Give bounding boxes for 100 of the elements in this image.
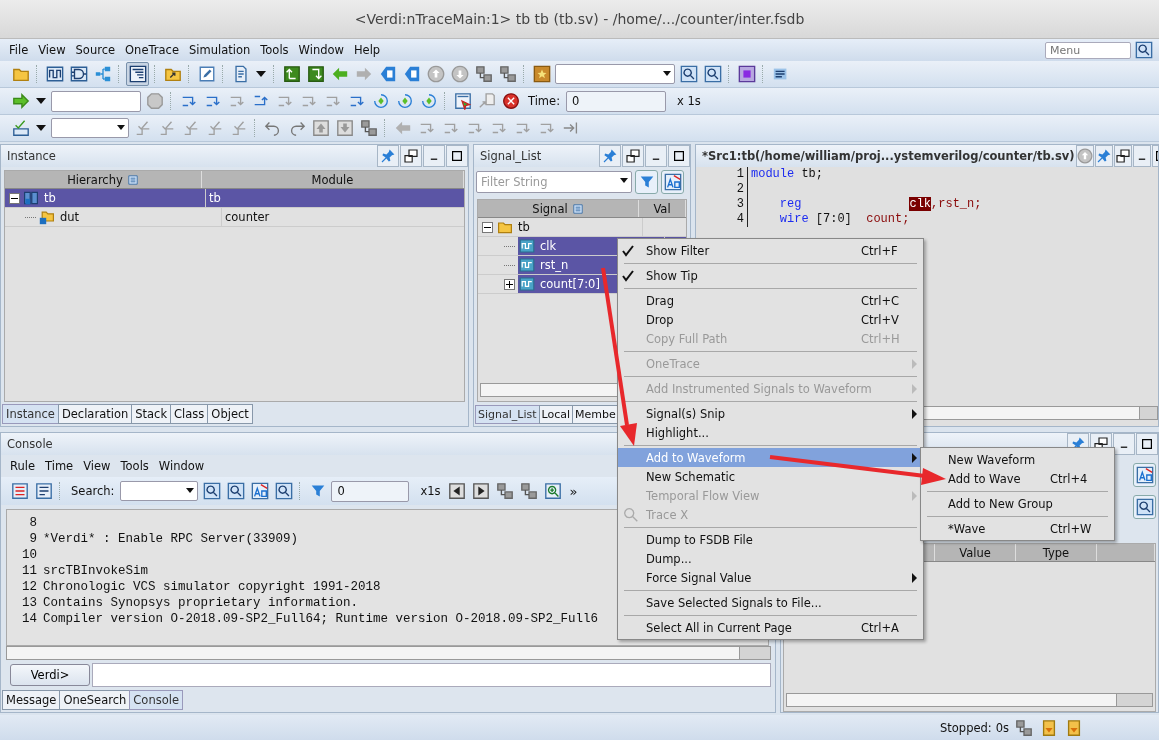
expand-toggle[interactable]	[482, 221, 493, 233]
right-arrow-icon[interactable]	[11, 92, 30, 110]
menu-item[interactable]: Signal(s) Snip	[618, 404, 923, 423]
close-icon[interactable]	[501, 92, 520, 110]
cycle-icon[interactable]	[395, 92, 414, 110]
blocks-icon[interactable]	[1014, 718, 1033, 737]
search-icon[interactable]	[1135, 498, 1154, 516]
pencil-icon[interactable]	[197, 65, 216, 83]
down-circle-icon[interactable]	[450, 65, 469, 83]
circle-icon[interactable]	[1076, 148, 1093, 164]
next-icon[interactable]	[472, 482, 490, 500]
menu-item[interactable]: Dump to FSDB File	[618, 530, 923, 549]
case-icon[interactable]	[663, 173, 682, 191]
menu-item[interactable]: Save Selected Signals to File...	[618, 593, 923, 612]
tab[interactable]: Instance	[2, 404, 59, 424]
command-field[interactable]	[92, 663, 771, 687]
menu-item[interactable]: Window	[153, 459, 210, 473]
menu-item[interactable]: Time	[40, 459, 79, 473]
menu-item[interactable]: Rule	[5, 459, 41, 473]
previous-icon[interactable]	[448, 482, 466, 500]
down-box-icon[interactable]	[335, 119, 354, 137]
search-icon[interactable]	[226, 482, 245, 500]
blocks-icon[interactable]	[498, 65, 517, 83]
column-header[interactable]: Signal	[478, 200, 639, 217]
left-arrow-icon[interactable]	[330, 65, 349, 83]
menu-item[interactable]: Tools	[255, 43, 294, 57]
blocks-icon[interactable]	[474, 65, 493, 83]
restore-icon[interactable]	[403, 148, 419, 164]
menu-item[interactable]: Drop Ctrl+V	[618, 310, 923, 329]
hierarchy-icon[interactable]	[93, 65, 112, 83]
restore-icon[interactable]	[1114, 148, 1131, 164]
check-waveform-icon[interactable]	[11, 119, 30, 137]
blocks-icon[interactable]	[520, 482, 538, 500]
cycle-icon[interactable]	[419, 92, 438, 110]
blocks-icon[interactable]	[496, 482, 514, 500]
zoom-icon[interactable]	[544, 482, 562, 500]
case-icon[interactable]	[1135, 466, 1154, 484]
menu-item[interactable]: Window	[293, 43, 349, 57]
up-box-icon[interactable]	[311, 119, 330, 137]
stop-icon[interactable]	[145, 92, 164, 110]
case-icon[interactable]	[250, 482, 269, 500]
waveform-icon[interactable]	[45, 65, 64, 83]
menu-item[interactable]: Force Signal Value	[618, 568, 923, 587]
restore-icon[interactable]	[625, 148, 641, 164]
pin-icon[interactable]	[380, 148, 396, 164]
maximize-icon[interactable]	[1139, 436, 1155, 452]
menu-item[interactable]: View	[78, 459, 116, 473]
menu-item[interactable]: Simulation	[184, 43, 256, 57]
tab[interactable]: Membe	[572, 405, 619, 424]
menu-item[interactable]: New Schematic	[618, 467, 923, 486]
menu-item[interactable]: Highlight...	[618, 423, 923, 442]
tag-icon[interactable]	[402, 65, 421, 83]
gate-icon[interactable]	[69, 65, 88, 83]
scrollbar[interactable]	[6, 646, 771, 660]
up-circle-icon[interactable]	[426, 65, 445, 83]
tab[interactable]: Declaration	[57, 404, 133, 424]
bookmark-icon[interactable]	[532, 65, 551, 83]
menu-item[interactable]: Tools	[115, 459, 154, 473]
tab[interactable]: OneSearch	[59, 690, 131, 710]
menu-item[interactable]: Dump...	[618, 549, 923, 568]
window-icon[interactable]	[128, 65, 147, 83]
menu-item[interactable]: Drag Ctrl+C	[618, 291, 923, 310]
search-icon[interactable]	[703, 65, 722, 83]
pin-icon[interactable]	[1095, 148, 1112, 164]
column-header[interactable]: Hierarchy	[5, 171, 202, 188]
maximize-icon[interactable]	[671, 148, 687, 164]
input-field[interactable]	[51, 90, 141, 112]
tab[interactable]: Stack	[131, 404, 172, 424]
menu-item[interactable]: Select All in Current Page Ctrl+A	[618, 618, 923, 637]
signal-item[interactable]: tb	[496, 218, 642, 236]
menu-item[interactable]: Source	[70, 43, 121, 57]
cycle-icon[interactable]	[371, 92, 390, 110]
search-icon[interactable]	[274, 482, 293, 500]
pin-icon[interactable]	[602, 148, 618, 164]
column-header[interactable]: Module	[202, 171, 464, 188]
expand-toggle[interactable]	[9, 192, 20, 204]
tab[interactable]: Message	[2, 690, 61, 710]
menu-item[interactable]: File	[4, 43, 34, 57]
menu-item[interactable]: New Waveform	[921, 450, 1114, 469]
list-icon[interactable]	[10, 482, 29, 500]
menu-item[interactable]: Help	[348, 43, 386, 57]
list-icon[interactable]	[34, 482, 53, 500]
time-field[interactable]: 0	[566, 90, 667, 112]
column-header[interactable]: Val	[639, 200, 686, 217]
cursor-window-icon[interactable]	[453, 92, 472, 110]
scrollbar[interactable]	[786, 693, 1153, 707]
column-header[interactable]: Type	[1016, 544, 1097, 561]
menu-search-field[interactable]: Menu	[1045, 41, 1131, 59]
input-field[interactable]: 0	[331, 480, 410, 502]
tab[interactable]: Object	[207, 404, 253, 424]
tab[interactable]: Signal_List	[475, 405, 540, 424]
tab[interactable]: Console	[129, 690, 183, 710]
prompt-button[interactable]: Verdi>	[10, 664, 90, 686]
maximize-icon[interactable]	[449, 148, 465, 164]
caret-icon[interactable]	[256, 71, 266, 77]
blocks-icon[interactable]	[359, 119, 378, 137]
search-icon[interactable]	[202, 482, 221, 500]
menu-item[interactable]: OneTrace	[120, 43, 184, 57]
menu-item[interactable]: View	[33, 43, 71, 57]
search-icon[interactable]	[679, 65, 698, 83]
